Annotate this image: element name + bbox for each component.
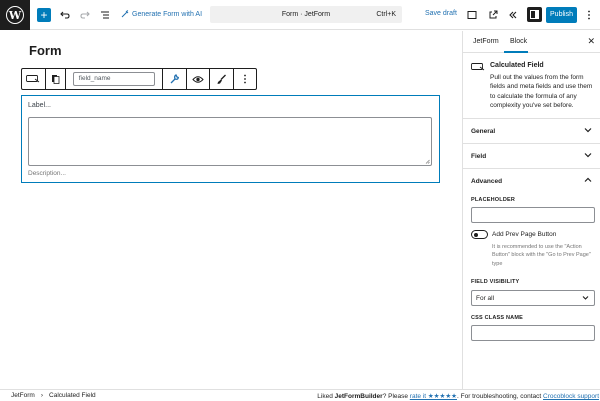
block-card: Calculated Field Pull out the values fro… xyxy=(463,53,600,119)
more-vertical-icon xyxy=(244,74,246,84)
redo-button[interactable] xyxy=(78,8,92,22)
tab-block[interactable]: Block xyxy=(510,38,527,45)
more-vertical-icon xyxy=(588,10,590,20)
block-toolbar: field_name xyxy=(21,68,257,90)
view-button[interactable] xyxy=(465,8,479,22)
calculated-field-icon xyxy=(26,75,40,83)
panel-general[interactable]: General xyxy=(463,119,600,144)
breadcrumb-separator: › xyxy=(40,392,44,399)
panel-advanced[interactable]: Advanced xyxy=(463,169,600,194)
editor-canvas: Form field_name Label... Description... xyxy=(0,31,462,389)
eye-icon xyxy=(192,75,204,83)
placeholder-label: PLACEHOLDER xyxy=(471,197,516,203)
list-view-icon xyxy=(101,11,109,19)
settings-sidebar: JetForm Block ✕ Calculated Field Pull ou… xyxy=(462,31,600,389)
save-draft-button[interactable]: Save draft xyxy=(425,10,457,17)
toggle-knob xyxy=(473,232,478,237)
post-title[interactable]: Form xyxy=(29,43,62,58)
chevron-double-left-icon xyxy=(509,11,517,19)
field-visibility-select[interactable]: For all xyxy=(471,290,595,306)
options-menu-button[interactable] xyxy=(582,8,596,22)
block-options-button[interactable] xyxy=(234,69,256,89)
sidebar-panel-icon xyxy=(530,10,539,19)
prev-page-help-text: It is recommended to use the "Action But… xyxy=(492,244,591,267)
breadcrumb-item-block[interactable]: Calculated Field xyxy=(49,392,96,399)
liked-product-name: JetFormBuilder xyxy=(334,393,383,400)
settings-toggle-button[interactable] xyxy=(527,7,542,22)
publish-button[interactable]: Publish xyxy=(546,7,577,23)
redo-icon xyxy=(80,11,90,19)
css-class-input[interactable] xyxy=(471,325,595,341)
field-description-input[interactable]: Description... xyxy=(28,170,66,177)
conditional-visibility-button[interactable] xyxy=(187,69,211,89)
crocoblock-support-link[interactable]: Crocoblock support xyxy=(543,393,599,400)
field-settings-button[interactable] xyxy=(163,69,187,89)
chevron-up-icon xyxy=(584,177,592,182)
style-brush-button[interactable] xyxy=(210,69,235,89)
prev-page-toggle-label: Add Prev Page Button xyxy=(492,231,557,238)
wrench-icon xyxy=(170,74,180,84)
css-class-label: CSS CLASS NAME xyxy=(471,315,523,321)
please-text: ? Please xyxy=(382,393,410,400)
tab-jetform[interactable]: JetForm xyxy=(473,38,499,45)
troubleshooting-text: . For troubleshooting, contact xyxy=(457,393,543,400)
footer-rating-notice: Liked JetFormBuilder? Please rate it ★★★… xyxy=(317,392,599,400)
close-sidebar-button[interactable]: ✕ xyxy=(587,36,595,47)
resize-handle-icon[interactable] xyxy=(425,159,430,164)
calculated-field-icon xyxy=(471,63,485,71)
undo-button[interactable] xyxy=(58,8,72,22)
block-type-switcher[interactable] xyxy=(22,69,46,89)
placeholder-input[interactable] xyxy=(471,207,595,223)
wordpress-logo-button[interactable]: W xyxy=(0,0,30,30)
generate-form-ai-label: Generate Form with AI xyxy=(132,10,203,18)
calculated-formula-textarea[interactable] xyxy=(28,117,432,166)
desktop-view-icon xyxy=(467,11,477,19)
add-block-button[interactable]: + xyxy=(37,8,51,22)
external-link-icon xyxy=(489,10,498,19)
sidebar-tabs: JetForm Block ✕ xyxy=(463,31,600,53)
panel-field-title: Field xyxy=(471,153,487,160)
calculated-field-block[interactable]: Label... Description... xyxy=(21,95,440,183)
preview-external-button[interactable] xyxy=(486,8,500,22)
copy-icon xyxy=(51,75,60,84)
field-visibility-value: For all xyxy=(476,295,495,302)
command-shortcut: Ctrl+K xyxy=(376,11,396,18)
close-icon: ✕ xyxy=(587,36,595,46)
wordpress-icon: W xyxy=(6,6,24,24)
editor-footer: JetForm › Calculated Field Liked JetForm… xyxy=(0,389,600,401)
chevron-down-icon xyxy=(582,296,589,300)
rate-it-link[interactable]: rate it ★★★★★ xyxy=(410,393,457,400)
liked-prefix-text: Liked xyxy=(317,393,335,400)
block-card-description: Pull out the values from the form fields… xyxy=(490,74,593,109)
plus-icon: + xyxy=(40,8,48,22)
magic-wand-icon xyxy=(121,10,129,18)
field-label-input[interactable]: Label... xyxy=(28,102,51,109)
field-visibility-label: FIELD VISIBILITY xyxy=(471,279,520,285)
field-name-cell: field_name xyxy=(66,69,163,89)
block-card-title: Calculated Field xyxy=(490,62,544,69)
editor-top-toolbar: W + Generate Form with AI Form · JetForm… xyxy=(0,0,600,30)
chevron-down-icon xyxy=(584,153,592,158)
undo-icon xyxy=(60,11,70,19)
document-title: Form · JetForm xyxy=(281,11,331,18)
breadcrumb-item-document[interactable]: JetForm xyxy=(11,392,35,399)
field-name-input[interactable]: field_name xyxy=(72,72,155,86)
panel-general-title: General xyxy=(471,128,496,135)
block-copy-button[interactable] xyxy=(46,69,66,89)
chevron-down-icon xyxy=(584,128,592,133)
breadcrumb: JetForm › Calculated Field xyxy=(11,392,96,399)
panel-field[interactable]: Field xyxy=(463,144,600,169)
generate-form-ai-button[interactable]: Generate Form with AI xyxy=(121,10,202,18)
document-overview-button[interactable] xyxy=(98,8,112,22)
brush-icon xyxy=(217,74,227,84)
command-palette-button[interactable]: Form · JetForm Ctrl+K xyxy=(210,6,402,23)
prev-page-toggle[interactable] xyxy=(471,230,488,239)
panel-advanced-title: Advanced xyxy=(471,178,503,185)
collapse-toolbar-button[interactable] xyxy=(506,8,520,22)
